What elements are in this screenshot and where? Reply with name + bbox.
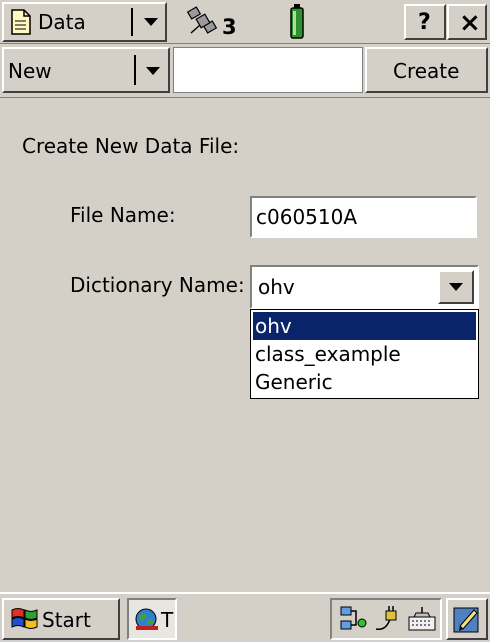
- windows-flag-icon: [11, 608, 38, 629]
- power-icon[interactable]: [372, 605, 402, 633]
- mode-dropdown[interactable]: New: [2, 47, 170, 93]
- network-icon[interactable]: [338, 605, 368, 633]
- mode-value: New: [8, 59, 52, 83]
- dictionary-label: Dictionary Name:: [70, 273, 245, 297]
- separator: [134, 55, 136, 85]
- app-menu-button[interactable]: Data: [2, 2, 167, 42]
- terrasync-icon: [135, 608, 158, 630]
- close-button[interactable]: ×: [447, 4, 487, 40]
- form-area: Create New Data File: File Name: c060510…: [0, 99, 490, 592]
- dictionary-options-list: ohv class_example Generic: [250, 309, 479, 399]
- start-button[interactable]: Start: [2, 598, 120, 640]
- dictionary-select[interactable]: ohv: [250, 265, 479, 309]
- chevron-down-icon: [449, 283, 463, 291]
- title-bar: Data 3 ? ×: [0, 0, 490, 44]
- file-name-value: c060510A: [256, 205, 358, 229]
- toolbar-blank-area: [173, 47, 363, 93]
- dictionary-option[interactable]: class_example: [253, 340, 476, 368]
- file-name-label: File Name:: [70, 203, 176, 227]
- chevron-down-icon: [144, 18, 158, 26]
- toolbar: New Create: [0, 44, 490, 98]
- form-heading: Create New Data File:: [22, 134, 240, 158]
- battery-icon[interactable]: [289, 3, 305, 39]
- task-button[interactable]: T: [127, 598, 177, 640]
- keyboard-icon[interactable]: [406, 605, 438, 633]
- start-label: Start: [42, 608, 91, 632]
- document-icon: [11, 9, 31, 35]
- separator: [131, 8, 133, 36]
- help-icon: ?: [418, 10, 431, 35]
- app-menu-label: Data: [38, 10, 86, 34]
- taskbar: Start T: [0, 592, 490, 642]
- close-icon: ×: [459, 8, 481, 38]
- satellite-count: 3: [222, 15, 237, 39]
- system-tray: [330, 598, 442, 640]
- pen-icon: [453, 607, 479, 633]
- dictionary-dropdown-button[interactable]: [438, 270, 474, 304]
- dictionary-value: ohv: [258, 275, 295, 299]
- help-button[interactable]: ?: [404, 4, 446, 40]
- dictionary-option[interactable]: Generic: [253, 368, 476, 396]
- file-name-field[interactable]: c060510A: [250, 196, 477, 238]
- task-label: T: [161, 608, 174, 632]
- pen-button[interactable]: [446, 598, 488, 640]
- create-label: Create: [393, 59, 460, 83]
- create-button[interactable]: Create: [365, 47, 488, 93]
- satellite-icon[interactable]: [186, 5, 222, 39]
- chevron-down-icon: [146, 67, 160, 75]
- dictionary-option[interactable]: ohv: [253, 312, 476, 340]
